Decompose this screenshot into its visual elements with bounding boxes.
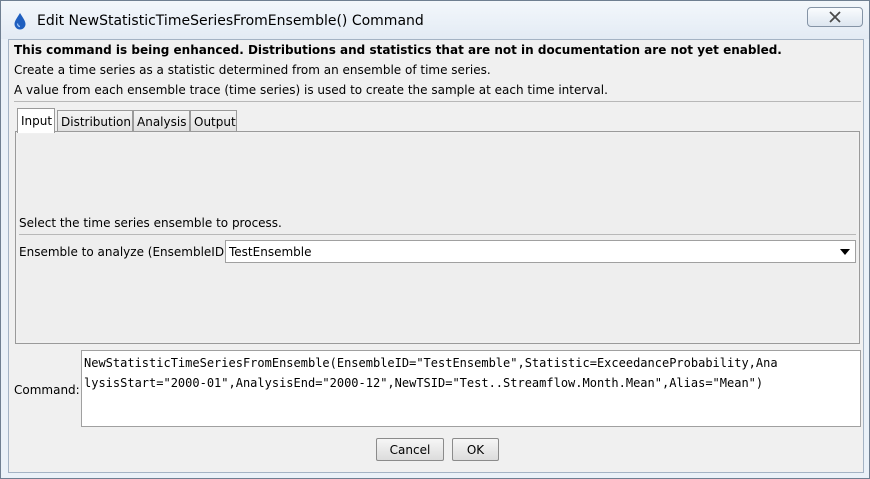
window-title: Edit NewStatisticTimeSeriesFromEnsemble(… — [37, 13, 424, 29]
ensemble-instruction: Select the time series ensemble to proce… — [19, 216, 282, 230]
close-icon — [829, 11, 841, 23]
command-textarea[interactable]: NewStatisticTimeSeriesFromEnsemble(Ensem… — [81, 350, 861, 427]
chevron-down-icon[interactable] — [840, 249, 850, 255]
ensemble-id-value: TestEnsemble — [229, 245, 312, 259]
panel-divider — [19, 234, 856, 235]
water-drop-icon — [14, 13, 26, 30]
title-bar[interactable]: Edit NewStatisticTimeSeriesFromEnsemble(… — [1, 1, 869, 39]
dialog-content: This command is being enhanced. Distribu… — [8, 39, 864, 473]
command-label: Command: — [14, 383, 80, 397]
tab-distribution[interactable]: Distribution — [57, 110, 133, 132]
command-text-line-1: NewStatisticTimeSeriesFromEnsemble(Ensem… — [84, 356, 778, 370]
tab-analysis[interactable]: Analysis — [133, 110, 190, 132]
description-line-2: A value from each ensemble trace (time s… — [14, 83, 608, 97]
header-divider — [14, 101, 861, 102]
tab-output[interactable]: Output — [190, 110, 237, 132]
enhancement-notice: This command is being enhanced. Distribu… — [14, 43, 782, 57]
ok-button[interactable]: OK — [452, 438, 499, 461]
ensemble-id-select[interactable]: TestEnsemble — [225, 240, 856, 263]
dialog-window: Edit NewStatisticTimeSeriesFromEnsemble(… — [0, 0, 870, 479]
tab-input[interactable]: Input — [17, 108, 55, 133]
cancel-button[interactable]: Cancel — [376, 438, 444, 461]
command-text-line-2: lysisStart="2000-01",AnalysisEnd="2000-1… — [84, 376, 764, 390]
ensemble-id-label: Ensemble to analyze (EnsembleID): — [19, 245, 233, 259]
description-line-1: Create a time series as a statistic dete… — [14, 63, 491, 77]
input-tab-panel: Select the time series ensemble to proce… — [15, 131, 860, 344]
close-button[interactable] — [807, 7, 863, 27]
